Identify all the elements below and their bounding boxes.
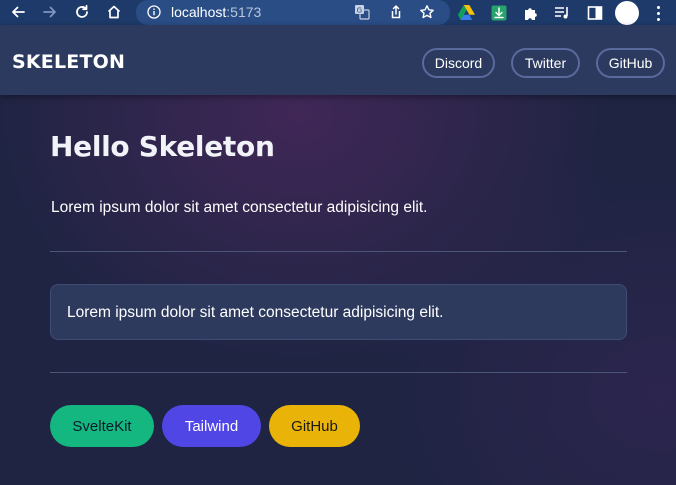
address-bar[interactable]: localhost:5173 G	[136, 0, 450, 25]
browser-menu-icon[interactable]	[650, 3, 666, 23]
tailwind-button[interactable]: Tailwind	[162, 405, 261, 447]
card-text: Lorem ipsum dolor sit amet consectetur a…	[67, 304, 444, 321]
main-content: Hello Skeleton Lorem ipsum dolor sit ame…	[0, 95, 676, 485]
url-text: localhost:5173	[171, 4, 261, 20]
divider	[50, 372, 627, 373]
site-info-icon[interactable]	[147, 5, 161, 19]
media-controls-icon[interactable]	[554, 4, 571, 21]
github-button[interactable]: GitHub	[269, 405, 360, 447]
divider	[50, 251, 627, 252]
url-host: localhost	[171, 4, 227, 20]
app-header: SKELETON Discord Twitter GitHub	[0, 25, 676, 95]
intro-text: Lorem ipsum dolor sit amet consectetur a…	[51, 199, 428, 216]
brand-logo[interactable]: SKELETON	[12, 51, 125, 73]
url-port: :5173	[226, 4, 262, 20]
sveltekit-button[interactable]: SvelteKit	[50, 405, 154, 447]
github-link[interactable]: GitHub	[596, 48, 665, 78]
forward-arrow-icon[interactable]	[39, 1, 61, 23]
share-icon[interactable]	[388, 4, 404, 20]
reload-icon[interactable]	[71, 1, 93, 23]
back-arrow-icon[interactable]	[7, 1, 29, 23]
browser-toolbar: localhost:5173 G	[0, 0, 676, 25]
download-extension-icon[interactable]	[490, 4, 507, 21]
home-icon[interactable]	[103, 1, 125, 23]
twitter-link[interactable]: Twitter	[511, 48, 580, 78]
google-drive-icon[interactable]	[458, 4, 475, 21]
page-title: Hello Skeleton	[50, 130, 275, 163]
bookmark-star-icon[interactable]	[419, 4, 435, 20]
translate-icon[interactable]: G	[354, 4, 370, 20]
discord-link[interactable]: Discord	[422, 48, 495, 78]
card: Lorem ipsum dolor sit amet consectetur a…	[50, 284, 627, 340]
profile-avatar[interactable]	[615, 1, 639, 25]
svg-text:G: G	[357, 7, 362, 15]
extensions-puzzle-icon[interactable]	[522, 4, 539, 21]
side-panel-icon[interactable]	[586, 4, 603, 21]
